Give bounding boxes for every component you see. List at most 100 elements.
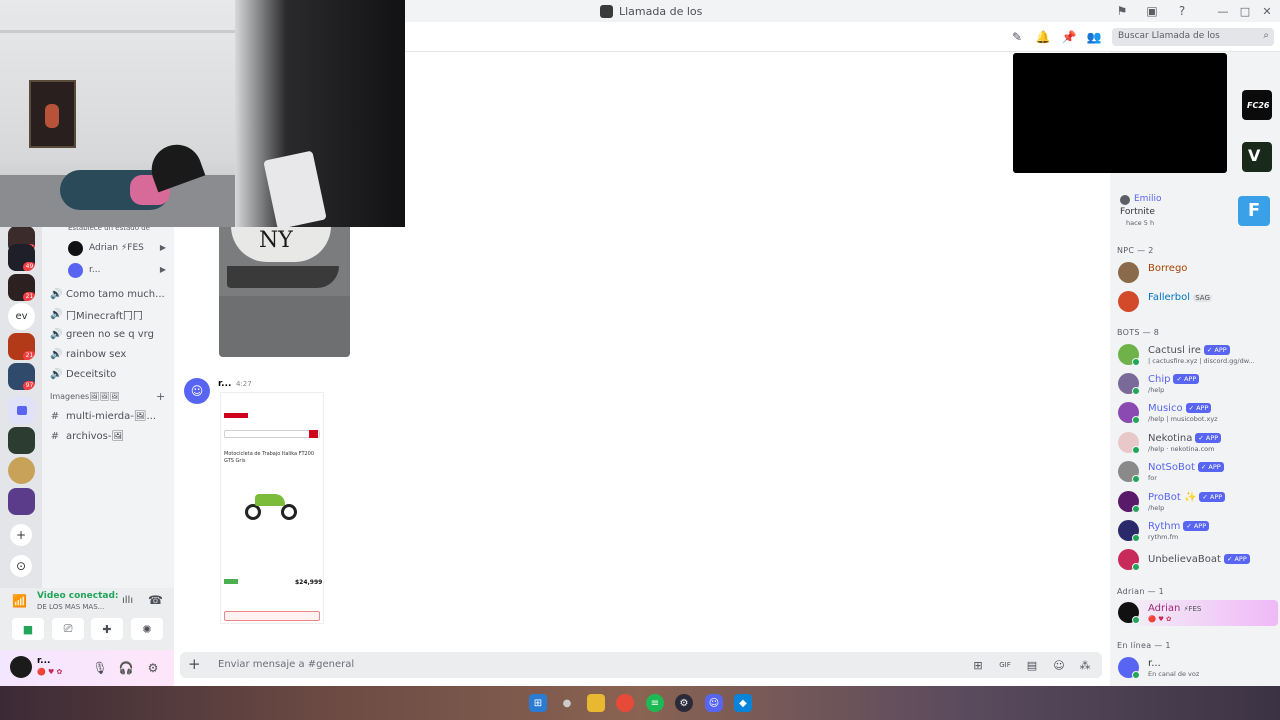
- taskbar: ⊞ ● ≡ ⚙ ☺ ◆: [0, 686, 1280, 720]
- logo-icon: NY: [259, 228, 293, 253]
- member-item[interactable]: Chip ✓ APP /help: [1118, 371, 1278, 397]
- screen-icon[interactable]: ▣: [1143, 2, 1161, 20]
- pin-icon[interactable]: 📌: [1060, 28, 1078, 46]
- add-channel-icon[interactable]: +: [156, 390, 165, 403]
- chrome-icon[interactable]: [616, 694, 634, 712]
- channel-name: 冂Minecraft冂冂: [66, 310, 143, 322]
- server-icon[interactable]: [8, 457, 35, 484]
- member-item[interactable]: Fallerbol SAG: [1118, 289, 1278, 315]
- gif-icon[interactable]: GIF: [997, 657, 1013, 673]
- mention-badge: 21: [23, 351, 35, 360]
- server-icon[interactable]: [8, 488, 35, 515]
- disconnect-icon[interactable]: ☎: [148, 593, 163, 607]
- voice-channel-name[interactable]: DE LOS MAS MAS...: [37, 603, 104, 611]
- member-item[interactable]: Borrego: [1118, 260, 1278, 286]
- close-button[interactable]: ✕: [1255, 0, 1279, 22]
- voice-user[interactable]: r...: [68, 262, 100, 278]
- server-icon[interactable]: 97: [8, 363, 35, 390]
- camera-button[interactable]: ■: [12, 618, 44, 640]
- member-item[interactable]: UnbelievaBoat ✓ APP: [1118, 547, 1278, 573]
- member-item[interactable]: Cactusl ire ✓ APP | cactusfire.xyz | disc…: [1118, 342, 1278, 368]
- spotify-icon[interactable]: ≡: [646, 694, 664, 712]
- help-icon[interactable]: ?: [1173, 2, 1191, 20]
- member-item[interactable]: r... En canal de voz: [1118, 655, 1278, 681]
- member-item[interactable]: Nekotina ✓ APP /help · nekotina.com: [1118, 430, 1278, 456]
- voice-channel[interactable]: 🔊 rainbow sex: [50, 345, 126, 363]
- emoji-icon[interactable]: ☺: [1051, 657, 1067, 673]
- avatar[interactable]: ☺: [184, 378, 210, 404]
- bell-icon[interactable]: 🔔: [1034, 28, 1052, 46]
- store-icon[interactable]: ◆: [734, 694, 752, 712]
- tag-badge: ⚡FES: [1183, 605, 1202, 613]
- text-channel[interactable]: # archivos-🖼: [50, 427, 124, 445]
- inbox-icon[interactable]: ⚑: [1113, 2, 1131, 20]
- app-badge: ✓ APP: [1199, 492, 1226, 502]
- voice-channel[interactable]: 🔊 Deceitsito: [50, 365, 116, 383]
- avatar[interactable]: [10, 656, 32, 678]
- user-name[interactable]: r...: [37, 656, 50, 666]
- gift-icon[interactable]: ⊞: [970, 657, 986, 673]
- file-explorer-icon[interactable]: [587, 694, 605, 712]
- hash-icon: #: [50, 430, 60, 442]
- discord-icon[interactable]: ☺: [705, 694, 723, 712]
- voice-user[interactable]: Adrian ⚡FES: [68, 240, 144, 256]
- settings-icon[interactable]: ⚙: [145, 660, 161, 676]
- webcam-overlay[interactable]: [0, 0, 405, 227]
- windows-start-icon[interactable]: ⊞: [529, 694, 547, 712]
- headphones-icon[interactable]: 🎧: [118, 660, 134, 676]
- member-item[interactable]: ProBot ✨ ✓ APP /help: [1118, 489, 1278, 515]
- speaker-icon: 🔊: [50, 328, 63, 340]
- member-item[interactable]: Rythm ✓ APP rythm.fm: [1118, 518, 1278, 544]
- server-icon[interactable]: ev: [8, 303, 35, 330]
- members-icon[interactable]: 👥: [1085, 28, 1103, 46]
- category-header[interactable]: Imagenes🖼🖼🖼: [50, 392, 120, 401]
- add-server-button[interactable]: +: [10, 524, 32, 546]
- server-icon[interactable]: 21: [8, 333, 35, 360]
- member-name: r...: [1148, 658, 1161, 669]
- image-attachment[interactable]: Motocicleta de Trabajo Italika FT200 GTS…: [220, 392, 324, 624]
- voice-channel[interactable]: 🔊 green no se q vrg: [50, 325, 154, 343]
- minimize-button[interactable]: —: [1211, 0, 1235, 22]
- discover-button[interactable]: ⊙: [10, 555, 32, 577]
- server-icon[interactable]: 49: [8, 244, 35, 271]
- attach-icon[interactable]: +: [188, 655, 201, 673]
- member-status: 🔴 ♥ ✿: [1148, 615, 1172, 623]
- stream-preview[interactable]: [1013, 53, 1227, 173]
- screen-share-button[interactable]: ⎚: [52, 618, 84, 640]
- server-icon: [600, 4, 613, 18]
- mic-icon[interactable]: 🎙: [92, 660, 108, 676]
- voice-channel[interactable]: 🔊 Como tamo much...: [50, 285, 165, 303]
- steam-icon[interactable]: ⚙: [675, 694, 693, 712]
- soundboard-button[interactable]: ✺: [131, 618, 163, 640]
- image-attachment[interactable]: NY: [219, 226, 350, 357]
- search-input[interactable]: Buscar Llamada de los ⌕: [1112, 28, 1274, 46]
- signal-icon: 📶: [12, 594, 27, 608]
- server-icon[interactable]: [8, 427, 35, 454]
- noise-suppression-icon[interactable]: ıllı: [122, 595, 133, 606]
- member-item[interactable]: Adrian ⚡FES 🔴 ♥ ✿: [1118, 600, 1278, 626]
- maximize-button[interactable]: □: [1233, 0, 1257, 22]
- sticker-icon[interactable]: ▤: [1024, 657, 1040, 673]
- channel-name: Deceitsito: [66, 368, 117, 380]
- window-title-text: Llamada de los: [619, 4, 703, 18]
- mention-badge: 49: [23, 262, 35, 271]
- wall-picture: [29, 80, 76, 148]
- member-item[interactable]: NotSoBot ✓ APP for: [1118, 459, 1278, 485]
- server-icon[interactable]: 21: [8, 274, 35, 301]
- message-author[interactable]: r...: [218, 379, 231, 389]
- text-channel[interactable]: # multi-mierda-🖼...: [50, 407, 156, 425]
- activities-button[interactable]: ✚: [91, 618, 123, 640]
- voice-status[interactable]: Video conectad:: [37, 591, 119, 601]
- member-item[interactable]: Musico ✓ APP /help | musicobot.xyz: [1118, 400, 1278, 426]
- channel-list: Establece un estado de Adrian ⚡FES ▶ r..…: [42, 224, 174, 590]
- apps-icon[interactable]: ⁂: [1077, 657, 1093, 673]
- message-composer[interactable]: + Enviar mensaje a #general ⊞ GIF ▤ ☺ ⁂: [180, 652, 1102, 678]
- search-icon[interactable]: ●: [558, 694, 576, 712]
- online-status-icon: [1132, 534, 1140, 542]
- voice-channel[interactable]: 🔊 冂Minecraft冂冂: [50, 305, 143, 323]
- activity-card[interactable]: Emilio Fortnite hace 5 h F: [1116, 192, 1272, 232]
- server-folder-icon[interactable]: [8, 397, 35, 424]
- game-tile[interactable]: V: [1242, 142, 1272, 172]
- game-tile[interactable]: FC26: [1242, 90, 1272, 120]
- threads-icon[interactable]: ✎: [1008, 28, 1026, 46]
